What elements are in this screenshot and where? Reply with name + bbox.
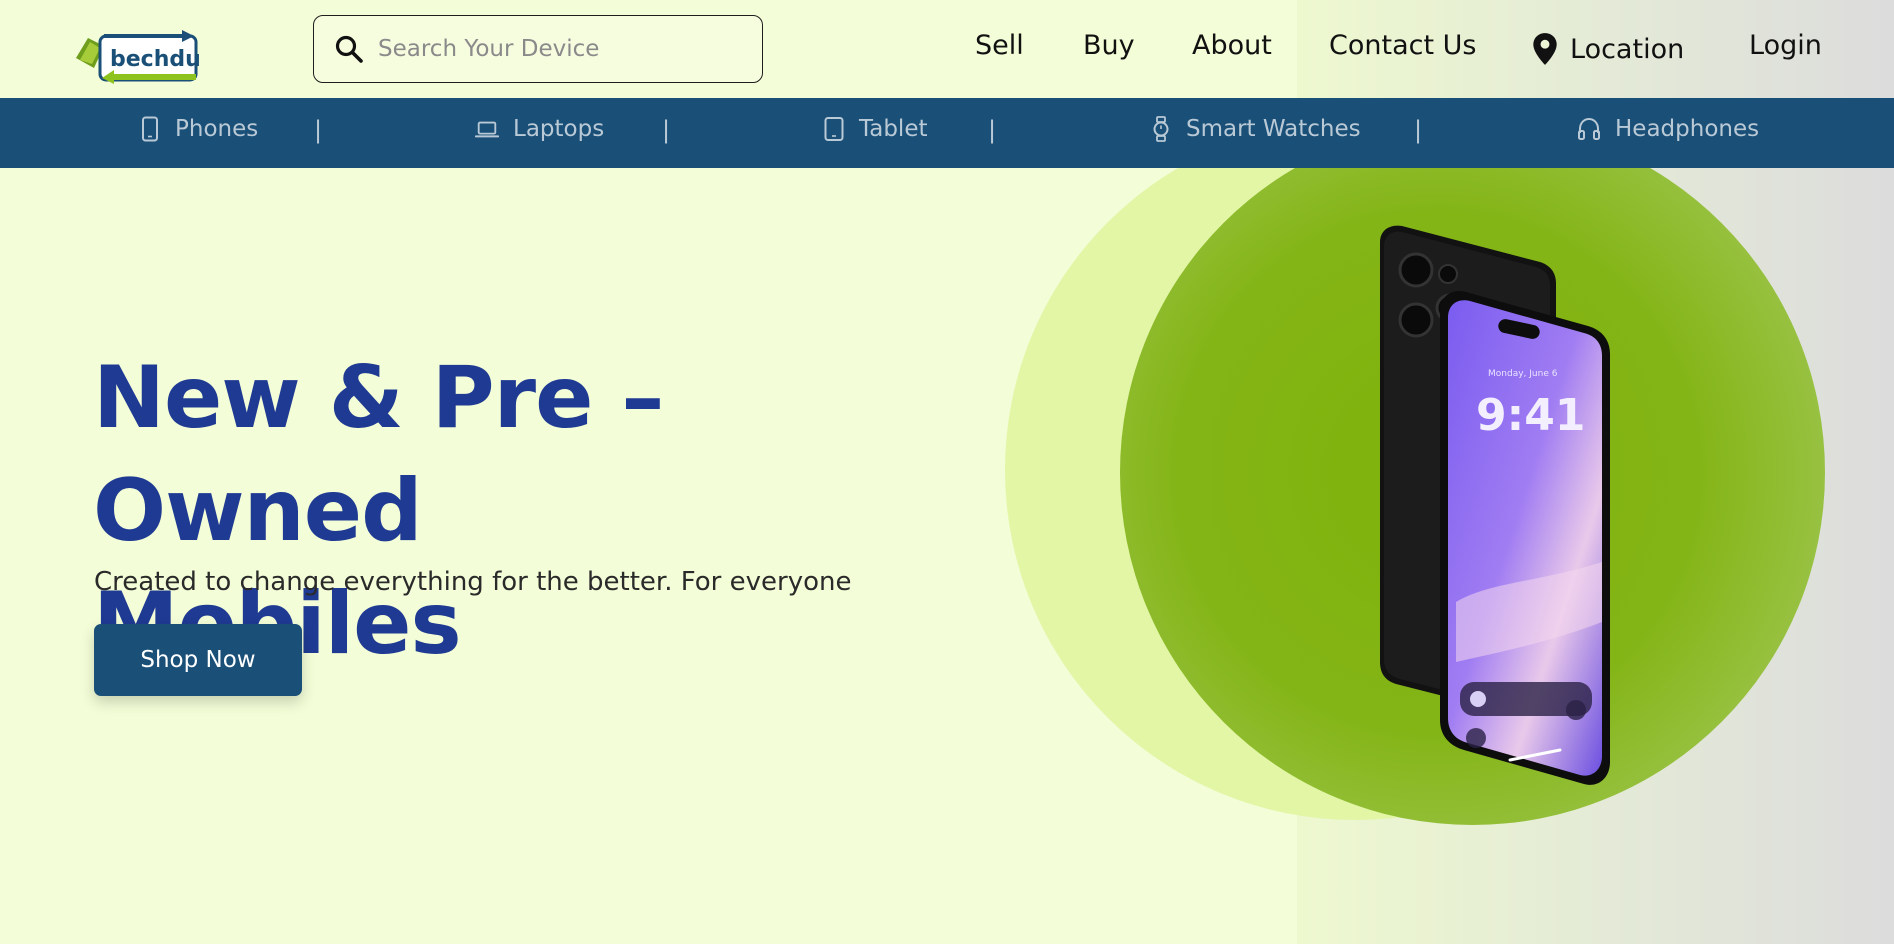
category-separator: | (1414, 116, 1423, 144)
category-headphones[interactable]: Headphones (1577, 116, 1759, 142)
smartphone-illustration: Monday, June 6 9:41 (1380, 225, 1610, 785)
smartwatch-icon (1153, 116, 1169, 142)
laptop-icon (475, 121, 499, 138)
nav-location[interactable]: Location (1532, 32, 1684, 66)
category-tablet[interactable]: Tablet (823, 116, 928, 142)
nav-buy[interactable]: Buy (1083, 30, 1135, 61)
category-label: Smart Watches (1186, 116, 1361, 142)
bechdu-logo[interactable]: bechdu (74, 28, 204, 86)
svg-text:Monday, June 6: Monday, June 6 (1488, 369, 1558, 379)
hero-title-line-1: New & Pre – Owned (93, 348, 664, 561)
category-label: Tablet (859, 116, 928, 142)
svg-text:9:41: 9:41 (1476, 390, 1585, 441)
category-separator: | (314, 116, 323, 144)
hero-subtitle: Created to change everything for the bet… (94, 567, 852, 597)
nav-contact-us[interactable]: Contact Us (1329, 30, 1476, 61)
category-phones[interactable]: Phones (139, 116, 258, 142)
top-header: bechdu Sell Buy About Contact Us Locatio… (0, 0, 1894, 98)
phone-icon (142, 116, 158, 142)
category-label: Headphones (1615, 116, 1760, 142)
nav-login[interactable]: Login (1749, 30, 1822, 61)
category-bar: Phones | Laptops | Tablet | Smart Watche… (0, 98, 1894, 168)
category-smart-watches[interactable]: Smart Watches (1150, 116, 1361, 142)
category-label: Phones (175, 116, 259, 142)
nav-sell[interactable]: Sell (975, 30, 1024, 61)
tablet-icon (824, 117, 844, 141)
search-icon (335, 35, 363, 63)
location-pin-icon (1533, 33, 1557, 65)
headphones-icon (1578, 117, 1600, 140)
search-box[interactable] (313, 15, 763, 83)
category-laptops[interactable]: Laptops (475, 116, 604, 142)
svg-text:bechdu: bechdu (110, 47, 201, 72)
phone-image: Monday, June 6 9:41 (1370, 222, 1620, 812)
logo-icon: bechdu (76, 30, 201, 84)
nav-about[interactable]: About (1192, 30, 1272, 61)
category-separator: | (988, 116, 997, 144)
category-separator: | (662, 116, 671, 144)
search-input[interactable] (378, 36, 758, 62)
category-label: Laptops (513, 116, 605, 142)
location-label: Location (1570, 33, 1685, 65)
shop-now-button[interactable]: Shop Now (94, 624, 302, 696)
